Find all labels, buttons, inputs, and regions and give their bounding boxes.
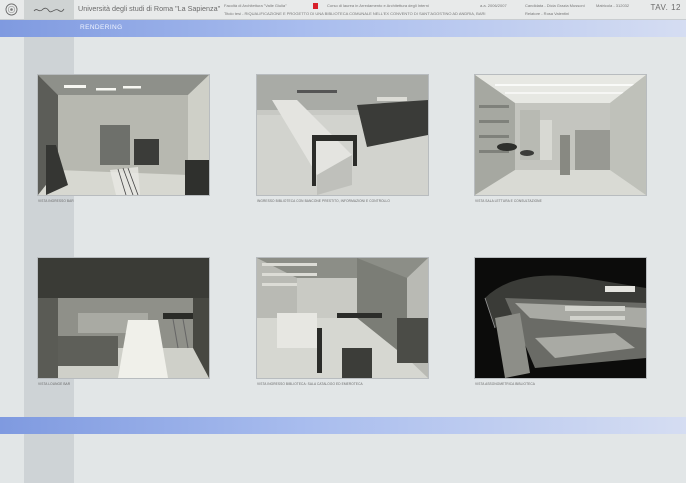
signature (24, 0, 74, 19)
red-marker (313, 3, 318, 9)
relatore: Relatore - Rosa Valentini (525, 11, 570, 16)
thesis-title: Titolo tesi - RIQUALIFICAZIONE E PROGETT… (224, 11, 486, 16)
page-header: Università degli studi di Roma "La Sapie… (0, 0, 686, 20)
render-caption: VISTA SALA LETTURA E CONSULTAZIONE (475, 199, 542, 203)
render-lounge-bar (38, 258, 209, 378)
signature-mark-icon (33, 7, 65, 12)
render-caption: VISTA LOUNGE BAR (38, 382, 71, 386)
render-caption: VISTA INGRESSO BAR (38, 199, 74, 203)
render-bar-entrance (38, 75, 209, 195)
faculty-name: Facoltà di Architettura "Valle Giulia" (224, 3, 287, 8)
render-axonometric-view (475, 258, 646, 378)
render-caption: VISTA ASSONOMETRICA BIBLIOTECA (475, 382, 535, 386)
candidate: Candidata - Dicia Grazia Mussoni (525, 3, 585, 8)
render-reading-room (475, 75, 646, 195)
university-name: Università degli studi di Roma "La Sapie… (78, 4, 221, 13)
matricola: Matricola - 312032 (596, 3, 630, 8)
university-seal-icon (5, 3, 17, 16)
render-caption: INGRESSO BIBLIOTECA CON BANCONE PRESTITO… (257, 199, 390, 203)
render-library-entrance-desk (257, 75, 428, 195)
section-title: RENDERING (80, 24, 123, 31)
university-logo (0, 0, 22, 19)
academic-year: a.a. 2006/2007 (480, 3, 507, 8)
course-name: Corso di laurea in Arredamento e Archite… (327, 3, 429, 8)
section-band-bottom (0, 417, 686, 434)
section-band-top: RENDERING (0, 20, 686, 37)
side-column-lower (24, 434, 74, 483)
render-catalogue-room (257, 258, 428, 378)
table-number: TAV. 12 (650, 3, 681, 12)
render-caption: VISTA INGRESSO BIBLIOTECA: SALA CATALOGO… (257, 382, 363, 386)
